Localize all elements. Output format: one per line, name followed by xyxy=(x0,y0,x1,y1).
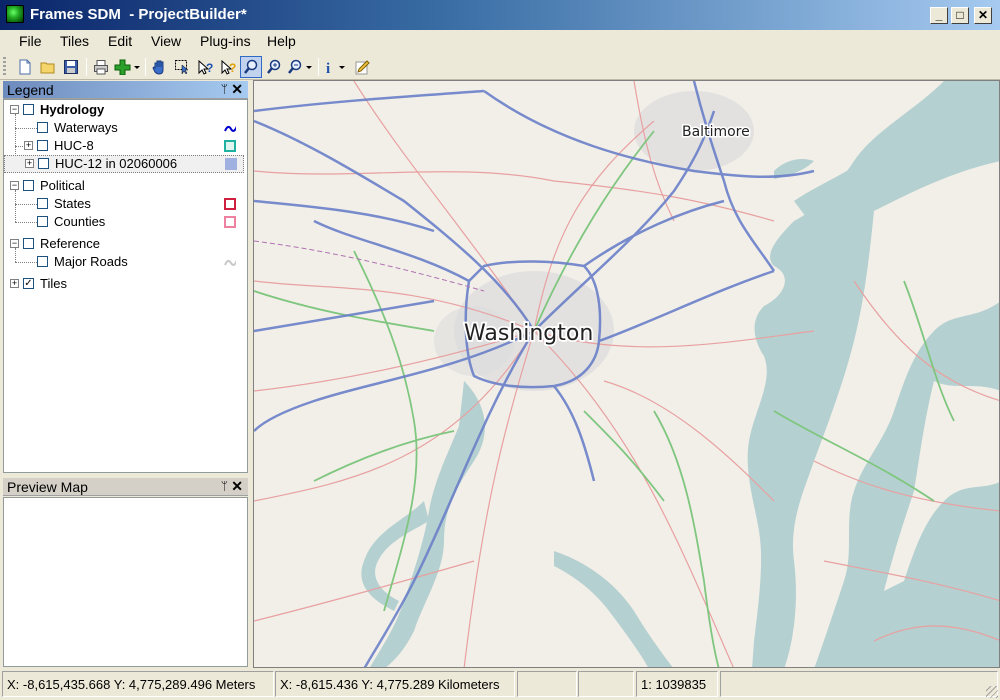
status-bar: X: -8,615,435.668 Y: 4,775,289.496 Meter… xyxy=(0,668,1000,700)
collapse-icon[interactable]: − xyxy=(10,105,19,114)
layer-checkbox[interactable] xyxy=(37,140,48,151)
status-panel-empty xyxy=(578,671,634,697)
states-symbol xyxy=(224,198,236,210)
pin-icon[interactable]: ᛘ xyxy=(221,82,228,96)
legend-header: Legend ᛘ ✕ xyxy=(3,81,248,99)
menu-help[interactable]: Help xyxy=(267,33,296,49)
app-icon xyxy=(6,5,24,23)
legend-title: Legend xyxy=(7,82,54,98)
zoom-in-icon[interactable] xyxy=(263,56,285,78)
menu-plugins[interactable]: Plug-ins xyxy=(200,33,251,49)
expand-icon[interactable]: + xyxy=(25,159,34,168)
context-help-icon[interactable]: ? xyxy=(217,56,239,78)
legend-group-tiles[interactable]: + ✓ Tiles xyxy=(4,275,244,293)
layer-checkbox[interactable] xyxy=(37,216,48,227)
legend-layer-huc8[interactable]: + HUC-8 xyxy=(4,137,244,155)
select-icon[interactable] xyxy=(171,56,193,78)
layer-checkbox[interactable] xyxy=(23,180,34,191)
expand-icon[interactable]: + xyxy=(10,279,19,288)
map-canvas[interactable]: Baltimore Washington xyxy=(253,80,1000,668)
legend-layer-label: Waterways xyxy=(54,120,118,135)
status-coords-km: X: -8,615.436 Y: 4,775.289 Kilometers xyxy=(275,671,515,697)
legend-group-label: Hydrology xyxy=(40,102,105,117)
roads-symbol xyxy=(224,259,236,266)
window-title: Frames SDM - ProjectBuilder* xyxy=(30,6,247,23)
legend-layer-label: Counties xyxy=(54,214,106,229)
resize-grip[interactable] xyxy=(986,686,998,698)
collapse-icon[interactable]: − xyxy=(10,181,19,190)
close-icon[interactable]: ✕ xyxy=(231,478,243,495)
status-coords-meters: X: -8,615,435.668 Y: 4,775,289.496 Meter… xyxy=(2,671,274,697)
print-icon[interactable] xyxy=(90,56,112,78)
layer-checkbox[interactable] xyxy=(38,158,49,169)
map-label-baltimore: Baltimore xyxy=(682,124,750,140)
menu-file[interactable]: File xyxy=(19,33,42,49)
edit-icon[interactable] xyxy=(351,56,373,78)
counties-symbol xyxy=(224,216,236,228)
close-button[interactable]: ✕ xyxy=(974,7,992,24)
legend-layer-waterways[interactable]: Waterways xyxy=(4,119,244,137)
layer-checkbox[interactable] xyxy=(37,122,48,133)
status-scale: 1: 1039835 xyxy=(636,671,718,697)
svg-text:i: i xyxy=(326,61,330,75)
layer-checkbox[interactable] xyxy=(37,198,48,209)
add-layer-icon[interactable] xyxy=(113,56,141,78)
legend-layer-label: HUC-12 in 02060006 xyxy=(55,156,178,171)
legend-layer-label: States xyxy=(54,196,91,211)
legend-group-label: Tiles xyxy=(40,276,67,291)
legend-group-label: Political xyxy=(40,178,85,193)
toolbar-grip[interactable] xyxy=(3,57,6,75)
save-icon[interactable] xyxy=(60,56,82,78)
zoom-out-icon[interactable] xyxy=(286,56,314,78)
legend-layer-label: Major Roads xyxy=(54,254,128,269)
waterways-symbol xyxy=(224,125,236,132)
legend-group-hydrology[interactable]: − Hydrology xyxy=(4,101,244,119)
toolbar-separator xyxy=(86,58,87,76)
collapse-icon[interactable]: − xyxy=(10,239,19,248)
layer-checkbox[interactable] xyxy=(23,104,34,115)
legend-group-political[interactable]: − Political xyxy=(4,177,244,195)
map-graphic: Baltimore Washington xyxy=(254,81,999,667)
pan-hand-icon[interactable] xyxy=(148,56,170,78)
svg-text:?: ? xyxy=(206,61,213,75)
toolbar-separator xyxy=(145,58,146,76)
menu-bar: File Tiles Edit View Plug-ins Help xyxy=(0,30,1000,52)
toolbar: ? ? i xyxy=(0,52,1000,80)
title-bar: Frames SDM - ProjectBuilder* _ □ ✕ xyxy=(0,0,1000,30)
close-icon[interactable]: ✕ xyxy=(231,81,243,98)
toolbar-separator xyxy=(318,58,319,76)
menu-view[interactable]: View xyxy=(151,33,181,49)
menu-edit[interactable]: Edit xyxy=(108,33,132,49)
minimize-button[interactable]: _ xyxy=(930,7,948,24)
status-panel-empty xyxy=(517,671,577,697)
maximize-button[interactable]: □ xyxy=(951,7,969,24)
expand-icon[interactable]: + xyxy=(24,141,33,150)
legend-layer-states[interactable]: States xyxy=(4,195,244,213)
pin-icon[interactable]: ᛘ xyxy=(221,479,228,493)
layer-checkbox-checked[interactable]: ✓ xyxy=(23,278,34,289)
legend-tree: − Hydrology Waterways + HUC-8 + HUC-12 i… xyxy=(3,99,248,473)
layer-checkbox[interactable] xyxy=(37,256,48,267)
map-label-washington: Washington xyxy=(464,321,593,346)
new-file-icon[interactable] xyxy=(14,56,36,78)
preview-header: Preview Map ᛘ ✕ xyxy=(3,478,248,496)
legend-group-reference[interactable]: − Reference xyxy=(4,235,244,253)
legend-layer-label: HUC-8 xyxy=(54,138,94,153)
preview-title: Preview Map xyxy=(7,479,88,495)
legend-layer-counties[interactable]: Counties xyxy=(4,213,244,231)
help-query-icon[interactable]: ? xyxy=(194,56,216,78)
open-folder-icon[interactable] xyxy=(37,56,59,78)
huc8-symbol xyxy=(224,140,236,152)
legend-layer-huc12[interactable]: + HUC-12 in 02060006 xyxy=(4,155,244,173)
preview-map[interactable] xyxy=(3,497,248,667)
legend-group-label: Reference xyxy=(40,236,100,251)
info-icon[interactable]: i xyxy=(322,56,348,78)
legend-layer-major-roads[interactable]: Major Roads xyxy=(4,253,244,271)
layer-checkbox[interactable] xyxy=(23,238,34,249)
svg-text:?: ? xyxy=(229,61,236,75)
status-panel-empty xyxy=(720,671,998,697)
huc12-symbol xyxy=(225,158,237,170)
zoom-rect-icon[interactable] xyxy=(240,56,262,78)
menu-tiles[interactable]: Tiles xyxy=(60,33,89,49)
